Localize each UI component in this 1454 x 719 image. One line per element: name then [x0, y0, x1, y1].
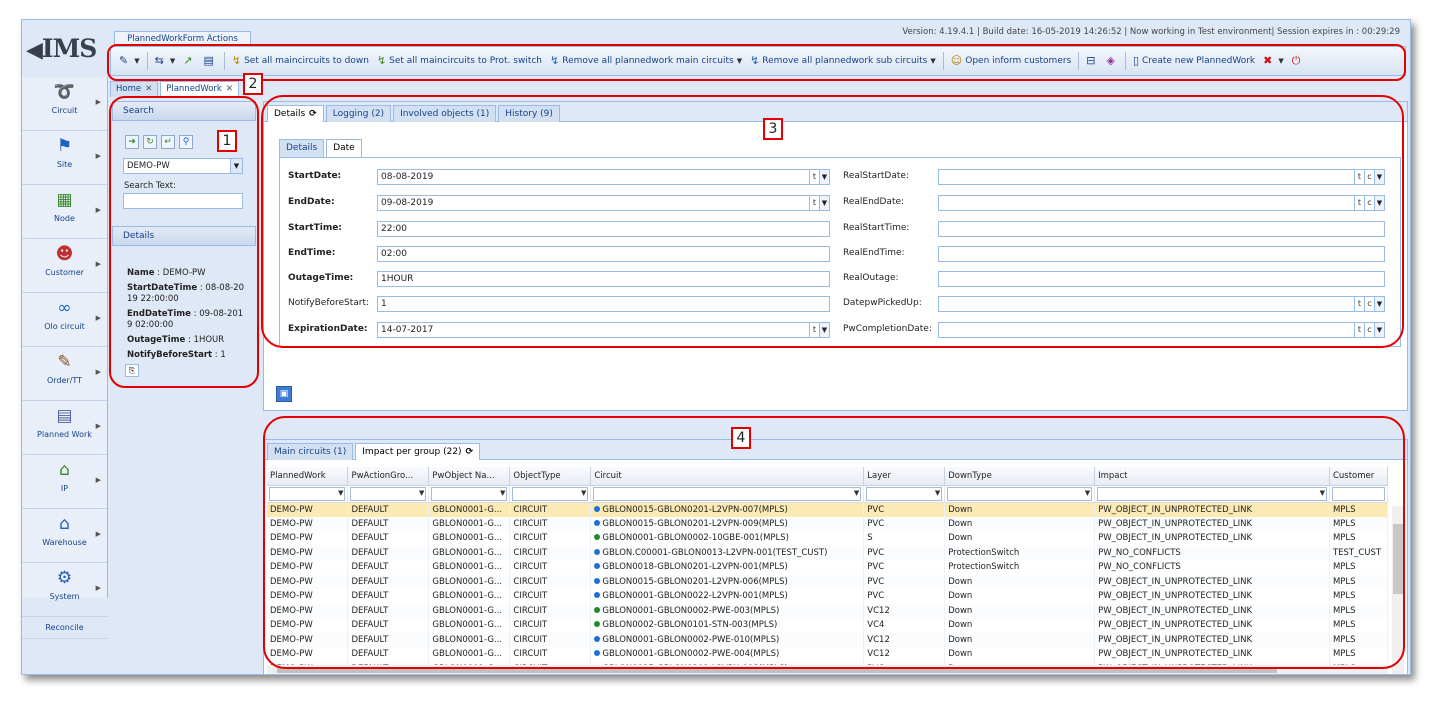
version-info: Version: 4.19.4.1 | Build date: 16-05-20… — [902, 27, 1400, 37]
annotation-box-4 — [263, 416, 1405, 669]
page-tabs: Home ✕ PlannedWork ✕ — [110, 81, 250, 97]
system-icon: ⚙ — [56, 568, 73, 588]
sidebar-item-circuit[interactable]: ➰ Circuit ▶ — [22, 81, 107, 131]
ip-icon: ⌂ — [59, 460, 70, 480]
sidebar: ➰ Circuit ▶ ⚑ Site ▶ ▦ Node ▶ ☻ Customer ▶ ∞ Olo … — [22, 77, 108, 639]
annotation-box-3 — [261, 95, 1404, 348]
olo-circuit-icon: ∞ — [57, 298, 72, 318]
sidebar-item-order-tt[interactable]: ✎ Order/TT ▶ — [22, 351, 107, 401]
close-icon[interactable]: ✕ — [145, 84, 152, 94]
order-icon: ✎ — [57, 352, 72, 372]
warehouse-icon: ⌂ — [59, 514, 70, 534]
close-icon[interactable]: ✕ — [226, 84, 233, 94]
ims-logo: ◀IMS — [26, 34, 97, 63]
planned-work-icon: ▤ — [56, 406, 73, 426]
site-icon: ⚑ — [56, 136, 73, 156]
sidebar-item-planned-work[interactable]: ▤ Planned Work ▶ — [22, 405, 107, 455]
annotation-box-2 — [107, 44, 1406, 81]
sidebar-item-olo-circuit[interactable]: ∞ Olo circuit ▶ — [22, 297, 107, 347]
sidebar-item-system[interactable]: ⚙ System ▶ — [22, 567, 107, 617]
tab-home[interactable]: Home ✕ — [110, 81, 159, 97]
annotation-label-1: 1 — [217, 130, 237, 152]
circuit-icon: ➰ — [53, 82, 76, 102]
sidebar-item-customer[interactable]: ☻ Customer ▶ — [22, 243, 107, 293]
sidebar-item-reconcile[interactable]: Reconcile — [22, 617, 107, 639]
node-icon: ▦ — [56, 190, 73, 210]
customer-icon: ☻ — [55, 244, 74, 264]
save-icon[interactable]: ▣ — [276, 386, 292, 402]
annotation-label-3: 3 — [763, 118, 783, 140]
sidebar-item-warehouse[interactable]: ⌂ Warehouse ▶ — [22, 513, 107, 563]
annotation-label-2: 2 — [243, 73, 263, 95]
annotation-label-4: 4 — [731, 427, 751, 449]
sidebar-item-node[interactable]: ▦ Node ▶ — [22, 189, 107, 239]
sidebar-item-ip[interactable]: ⌂ IP ▶ — [22, 459, 107, 509]
tab-plannedwork[interactable]: PlannedWork ✕ — [160, 81, 239, 97]
sidebar-item-site[interactable]: ⚑ Site ▶ — [22, 135, 107, 185]
